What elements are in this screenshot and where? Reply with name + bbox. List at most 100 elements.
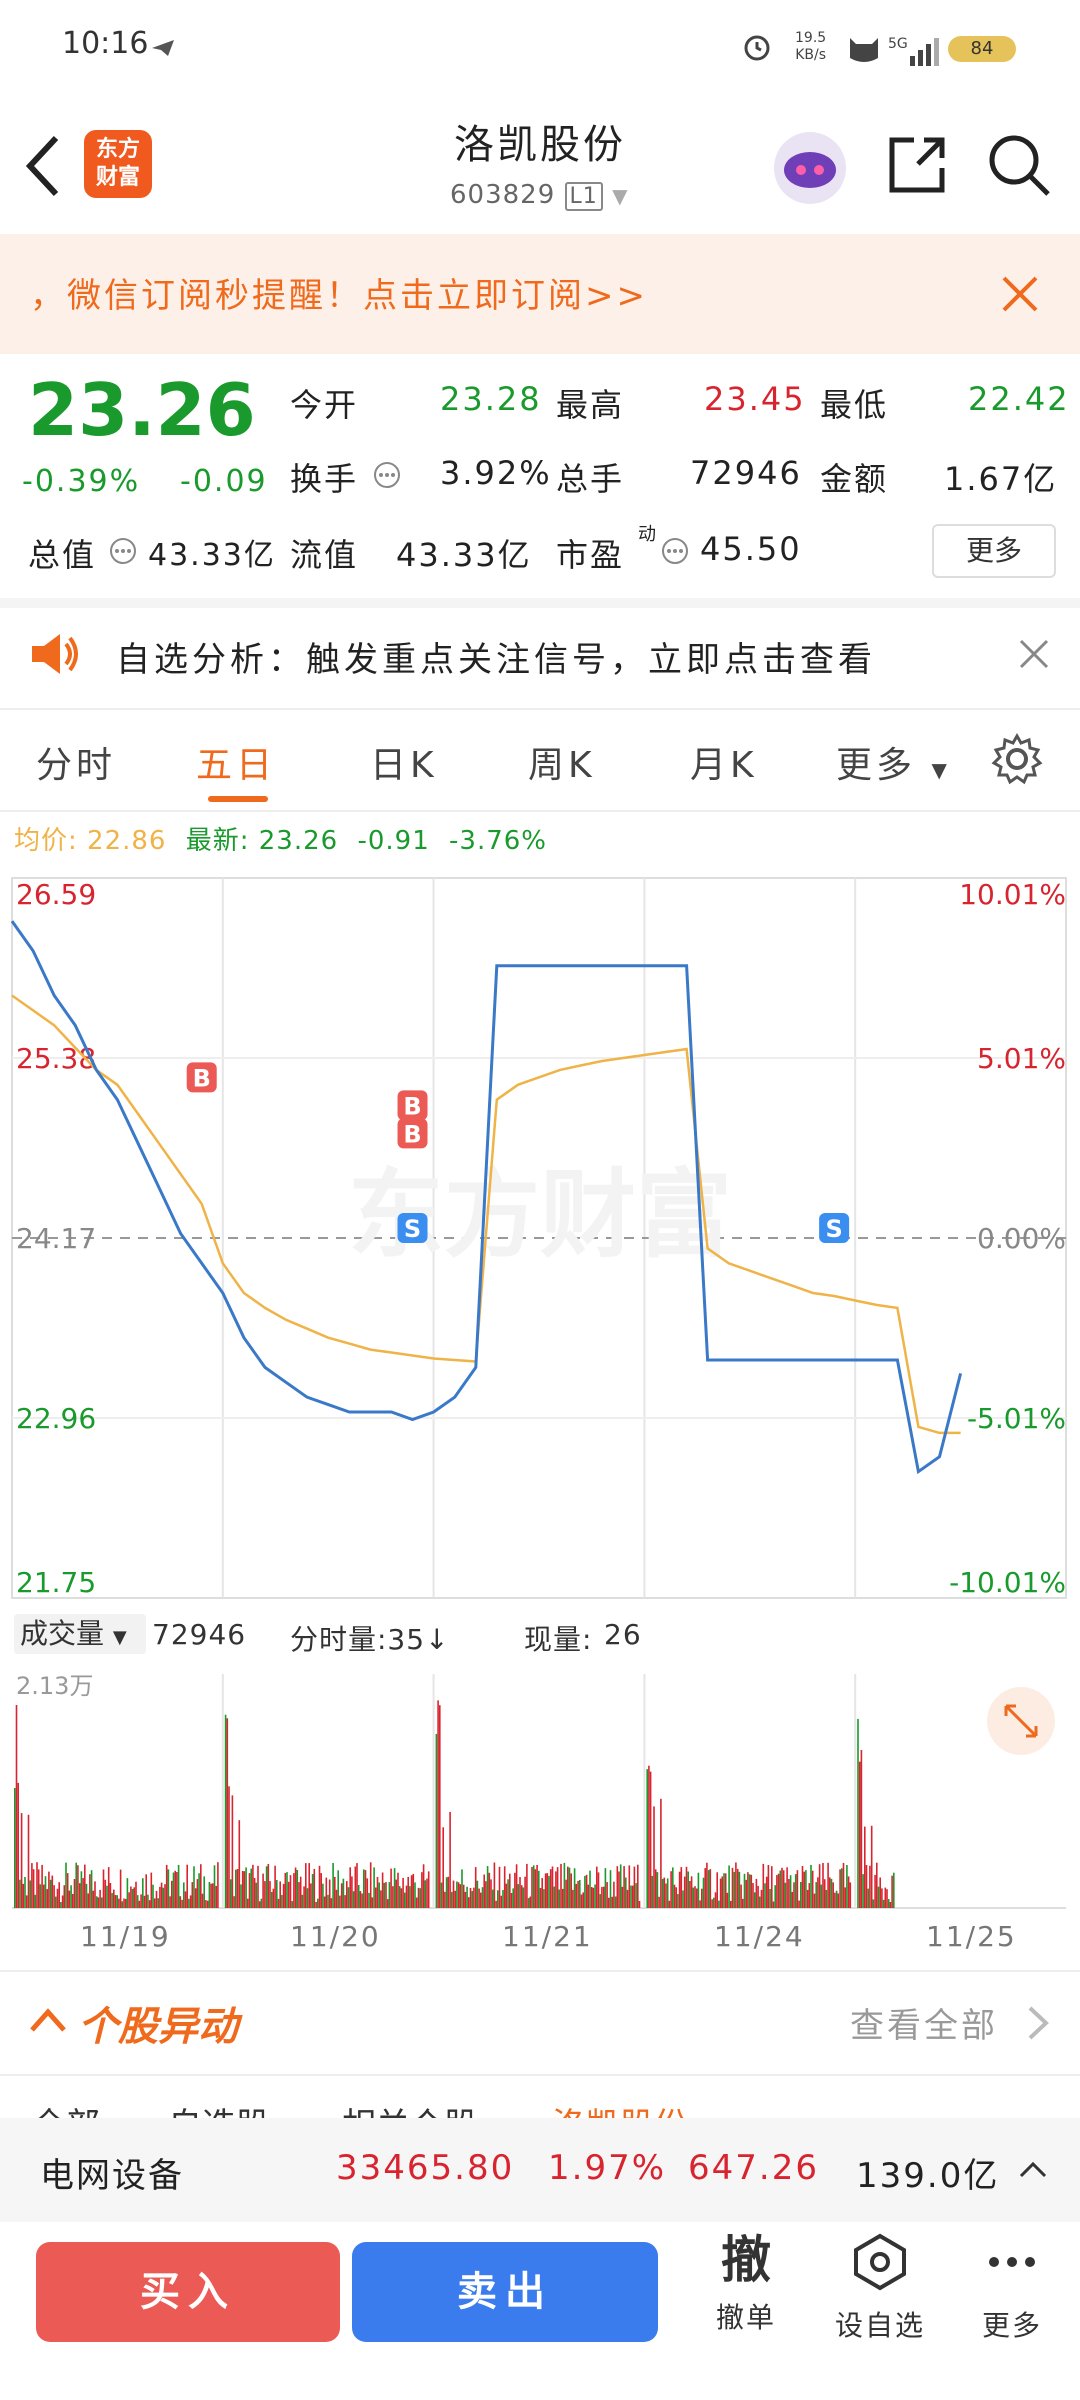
volume-bar: [524, 1876, 526, 1908]
section-tab-stock[interactable]: 洛凯股份: [552, 2098, 688, 2118]
chevron-up-icon[interactable]: [1018, 2158, 1048, 2180]
section-tab-watchlist[interactable]: 自选股: [168, 2098, 270, 2118]
volume-bar: [485, 1881, 487, 1908]
volume-bar: [825, 1889, 828, 1908]
tab-intraday[interactable]: 分时: [36, 736, 116, 788]
volume-bar: [478, 1888, 480, 1908]
robot-assistant-icon[interactable]: [770, 128, 850, 208]
volume-bar: [250, 1868, 252, 1908]
volume-bar: [480, 1892, 482, 1908]
volume-bar: [102, 1869, 105, 1908]
volume-bar: [215, 1885, 217, 1908]
banner-text[interactable]: ，微信订阅秒提醒！点击立即订阅>>: [30, 268, 648, 317]
industry-strip[interactable]: 电网设备 33465.80 1.97% 647.26 139.0亿: [0, 2118, 1080, 2222]
trade-marker-b: B: [397, 1118, 428, 1149]
volume-bar: [757, 1885, 759, 1908]
info-icon[interactable]: [372, 460, 402, 490]
volume-bar: [719, 1878, 722, 1908]
volume-bar: [167, 1869, 170, 1908]
volume-bar: [65, 1862, 67, 1908]
section-tab-all[interactable]: 全部: [32, 2098, 100, 2118]
industry-amount: 139.0亿: [856, 2156, 1000, 2196]
volume-bar: [842, 1862, 845, 1908]
sell-button[interactable]: 卖出: [352, 2242, 658, 2342]
volume-bar: [490, 1879, 492, 1908]
volume-bar: [17, 1782, 19, 1908]
volume-bar: [784, 1882, 787, 1908]
indicator-select[interactable]: 成交量 ▼: [14, 1614, 146, 1654]
volume-bar: [713, 1897, 715, 1908]
volume-bar: [390, 1868, 392, 1908]
info-icon[interactable]: [108, 536, 138, 566]
volume-bar: [771, 1866, 773, 1908]
more-button[interactable]: 更多: [952, 2232, 1072, 2344]
volume-bar: [585, 1874, 588, 1908]
pe-label: 市盈: [556, 536, 625, 574]
date-label: 11/21: [502, 1920, 593, 1953]
volume-bar: [654, 1869, 657, 1908]
volume-bar: [133, 1887, 136, 1908]
alert-text[interactable]: 自选分析：触发重点关注信号，立即点击查看: [116, 632, 876, 681]
volume-bar: [704, 1868, 706, 1908]
section-tab-related[interactable]: 相关个股: [342, 2098, 478, 2118]
y-tick-label: 21.75: [16, 1566, 96, 1599]
close-icon[interactable]: [1000, 274, 1040, 314]
y-tick-label-right: -5.01%: [967, 1402, 1066, 1435]
share-icon[interactable]: [884, 132, 950, 198]
info-icon[interactable]: [660, 536, 690, 566]
expand-icon[interactable]: [986, 1686, 1056, 1756]
volume-bar: [339, 1895, 341, 1908]
view-all-link[interactable]: 查看全部: [850, 1998, 998, 2047]
volume-bar: [577, 1880, 579, 1908]
volume-bar: [529, 1896, 532, 1908]
tab-monthly-k[interactable]: 月K: [690, 736, 758, 788]
volume-bar: [203, 1876, 205, 1908]
subscribe-banner[interactable]: ，微信订阅秒提醒！点击立即订阅>>: [0, 234, 1080, 354]
chevron-up-icon[interactable]: [28, 2004, 68, 2034]
volume-bar: [363, 1869, 365, 1908]
volume-bar: [111, 1893, 113, 1908]
chevron-right-icon[interactable]: [1026, 2004, 1050, 2042]
volume-bar: [291, 1901, 293, 1908]
volume-bar: [31, 1863, 33, 1908]
volume-bar: [284, 1873, 287, 1908]
volume-bar: [352, 1891, 355, 1908]
volume-bar: [66, 1873, 69, 1908]
volume-chart[interactable]: [0, 1664, 1080, 1914]
tab-weekly-k[interactable]: 周K: [528, 736, 596, 788]
volume-bar: [601, 1886, 603, 1908]
volume-bar: [270, 1891, 273, 1908]
analysis-alert[interactable]: 自选分析：触发重点关注信号，立即点击查看: [0, 602, 1080, 708]
stock-code[interactable]: 603829 L1 ▼: [450, 180, 628, 211]
volume-bar: [447, 1876, 450, 1908]
cancel-order-button[interactable]: 撤 撤单: [686, 2232, 806, 2336]
volume-bar: [179, 1896, 182, 1908]
volume-bar: [796, 1870, 799, 1908]
volume-bar: [512, 1888, 514, 1908]
search-icon[interactable]: [986, 132, 1054, 200]
volume-bar: [772, 1901, 775, 1908]
add-watchlist-button[interactable]: 设自选: [820, 2232, 940, 2344]
price-chart[interactable]: 东方财富 26.5925.3824.1722.9621.7510.01%5.01…: [0, 868, 1080, 1608]
industry-name: 电网设备: [40, 2156, 184, 2196]
quote-more-button[interactable]: 更多: [932, 524, 1056, 578]
volume-bar: [328, 1879, 331, 1908]
volume-bar: [24, 1877, 26, 1908]
volume-bar: [373, 1867, 375, 1908]
volume-bar: [481, 1887, 484, 1908]
settings-icon[interactable]: [990, 732, 1044, 786]
volume-bar: [380, 1890, 382, 1908]
tab-daily-k[interactable]: 日K: [370, 736, 438, 788]
volume-bar: [520, 1885, 523, 1908]
volume-bar: [61, 1895, 64, 1908]
tab-five-day[interactable]: 五日: [196, 736, 276, 788]
volume-bar: [238, 1820, 241, 1908]
volume-bar: [764, 1883, 766, 1908]
close-icon[interactable]: [1018, 638, 1050, 670]
volume-bar: [682, 1890, 684, 1908]
volume-bar: [164, 1884, 166, 1908]
tab-more[interactable]: 更多 ▼: [836, 736, 951, 788]
volume-bar: [229, 1879, 232, 1908]
pe-superscript: 动: [638, 524, 656, 545]
buy-button[interactable]: 买入: [36, 2242, 340, 2342]
